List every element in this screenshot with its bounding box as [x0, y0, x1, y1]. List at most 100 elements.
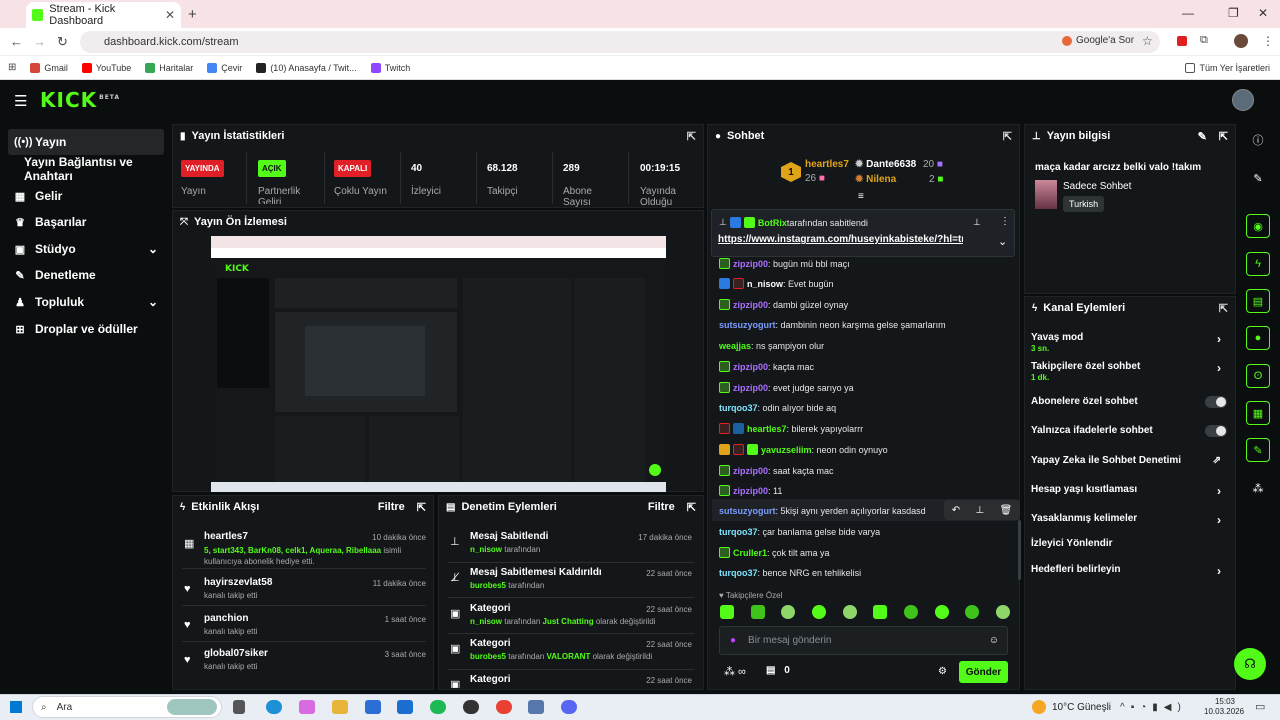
- bookmark-translate[interactable]: Çevir: [207, 62, 242, 73]
- popout-icon[interactable]: ⇱: [1219, 302, 1228, 315]
- popout-icon[interactable]: ⇱: [687, 130, 696, 143]
- obs-icon[interactable]: [463, 700, 479, 714]
- notification-icon[interactable]: ▭: [1255, 700, 1265, 713]
- pinned-link[interactable]: https://www.instagram.com/huseyinkabiste…: [718, 234, 963, 245]
- emotes-only-toggle[interactable]: [1205, 425, 1227, 437]
- chat-input[interactable]: ● Bir mesaj gönderin ☺: [719, 626, 1008, 655]
- chrome-icon[interactable]: [496, 700, 512, 714]
- chat-icon[interactable]: ●: [1246, 326, 1270, 350]
- chat-username[interactable]: heartles7: [747, 424, 787, 434]
- popout-icon[interactable]: ⇱: [417, 501, 426, 514]
- chat-username[interactable]: turqoo37: [719, 568, 758, 578]
- leader-2[interactable]: ✹ Dante6638: [855, 159, 916, 170]
- emote-10-icon[interactable]: [995, 605, 1010, 619]
- filter-button[interactable]: Filtre: [378, 501, 405, 513]
- settings-gear-icon[interactable]: ⚙: [938, 666, 947, 677]
- support-chat-icon[interactable]: ☊: [1234, 648, 1266, 680]
- chat-username[interactable]: sutsuzyogurt: [719, 506, 776, 516]
- windows-start-icon[interactable]: [10, 701, 22, 713]
- ai-moderation-action[interactable]: Yapay Zeka ile Sohbet Denetimi ⇗: [1031, 455, 1227, 469]
- edit-icon[interactable]: ✎: [1246, 166, 1270, 190]
- pin-icon[interactable]: ⊥: [975, 505, 984, 516]
- filter-button[interactable]: Filtre: [648, 501, 675, 513]
- user-avatar[interactable]: [1232, 89, 1254, 111]
- sidebar-item-stream-key[interactable]: Yayın Bağlantısı ve Anahtarı: [18, 155, 173, 183]
- chat-username[interactable]: weajjas: [719, 341, 751, 351]
- emote-5-icon[interactable]: [842, 605, 857, 619]
- url-field[interactable]: dashboard.kick.com/stream: [80, 31, 1160, 53]
- bookmark-youtube[interactable]: YouTube: [81, 62, 131, 73]
- emote-6-icon[interactable]: [873, 605, 888, 619]
- sidebar-item-stream[interactable]: ((•)) Yayın: [8, 129, 164, 155]
- all-bookmarks[interactable]: Tüm Yer İşaretleri: [1185, 62, 1270, 73]
- chat-scrollbar[interactable]: [1018, 520, 1021, 580]
- weather-text[interactable]: 10°C Güneşli: [1052, 702, 1111, 713]
- sidebar-item-achievements[interactable]: ♛ Başarılar: [8, 209, 164, 235]
- reload-icon[interactable]: ↻: [57, 34, 68, 50]
- emoji-icon[interactable]: ☺: [989, 635, 999, 646]
- document-icon[interactable]: ▤: [1246, 289, 1270, 313]
- spotify-icon[interactable]: [430, 700, 446, 714]
- sidebar-item-moderation[interactable]: ✎ Denetleme: [8, 262, 164, 288]
- chat-username[interactable]: zipzip00: [733, 383, 768, 393]
- reply-icon[interactable]: ↶: [952, 505, 960, 516]
- delete-icon[interactable]: 🗑︎: [1000, 505, 1013, 516]
- file-explorer-icon[interactable]: [332, 700, 348, 714]
- more-options-icon[interactable]: ⋮: [1000, 216, 1010, 227]
- edit-pencil-icon[interactable]: ✎: [1198, 130, 1207, 143]
- copilot-icon[interactable]: [299, 700, 315, 714]
- chat-username[interactable]: zipzip00: [733, 362, 768, 372]
- hamburger-menu-icon[interactable]: ☰: [14, 92, 27, 110]
- popout-icon[interactable]: ⇱: [1003, 130, 1012, 143]
- menu-dots-icon[interactable]: ⋮: [1262, 34, 1274, 48]
- chat-username[interactable]: turqoo37: [719, 403, 758, 413]
- followers-only-action[interactable]: Takipçilere özel sohbet 1 dk. ›: [1031, 361, 1227, 385]
- app-icon[interactable]: [528, 700, 544, 714]
- chat-username[interactable]: yavuzseliim: [761, 445, 812, 455]
- subscribers-only-toggle[interactable]: [1205, 396, 1227, 408]
- sidebar-item-drops[interactable]: ⊞ Droplar ve ödüller: [8, 316, 164, 342]
- chat-username[interactable]: sutsuzyogurt: [719, 320, 776, 330]
- goals-action[interactable]: Hedefleri belirleyin ›: [1031, 564, 1227, 578]
- forward-icon[interactable]: →: [33, 34, 46, 49]
- mic-icon[interactable]: ●: [730, 635, 736, 646]
- sidebar-item-community[interactable]: ♟ Topluluk ⌄: [8, 289, 164, 315]
- sidebar-item-income[interactable]: ▦ Gelir: [8, 183, 164, 209]
- emote-8-icon[interactable]: [934, 605, 949, 619]
- chat-username[interactable]: turqoo37: [719, 527, 758, 537]
- leader-name[interactable]: heartles7: [805, 159, 849, 170]
- leader-3[interactable]: ✹ Nilena: [855, 174, 896, 185]
- task-view-icon[interactable]: [233, 700, 245, 714]
- new-tab-icon[interactable]: +: [188, 6, 197, 23]
- chat-username[interactable]: zipzip00: [733, 486, 768, 496]
- bookmark-maps[interactable]: Haritalar: [145, 62, 193, 73]
- emote-7-icon[interactable]: [903, 605, 918, 619]
- info-icon[interactable]: ⓘ: [1246, 128, 1270, 152]
- restore-icon[interactable]: ❐: [1228, 6, 1239, 20]
- chat-username[interactable]: n_nisow: [747, 279, 783, 289]
- chat-username[interactable]: zipzip00: [733, 466, 768, 476]
- close-window-icon[interactable]: ✕: [1258, 6, 1268, 20]
- kick-logo[interactable]: KICK BETA: [40, 88, 120, 112]
- mod-user[interactable]: n_nisow: [470, 617, 502, 626]
- raid-action[interactable]: İzleyici Yönlendir: [1031, 538, 1227, 552]
- back-icon[interactable]: ←: [10, 34, 23, 49]
- chat-message[interactable]: sutsuzyogurt: 5kişi aynı yerden açılıyor…: [719, 506, 926, 516]
- bookmark-gmail[interactable]: Gmail: [30, 62, 68, 73]
- emote-1-icon[interactable]: [720, 605, 734, 619]
- emote-3-icon[interactable]: [781, 605, 796, 619]
- chevron-down-icon[interactable]: ⌄: [998, 235, 1007, 248]
- google-ask-button[interactable]: Google'a Sor: [1062, 35, 1134, 46]
- chat-username[interactable]: Cruller1: [733, 548, 767, 558]
- sidebar-item-studio[interactable]: ▣ Stüdyo ⌄: [8, 236, 164, 262]
- profile-avatar[interactable]: [1234, 34, 1248, 48]
- discord-icon[interactable]: [561, 700, 577, 714]
- emote-2-icon[interactable]: [750, 605, 765, 619]
- close-tab-icon[interactable]: ✕: [165, 8, 175, 22]
- account-age-action[interactable]: Hesap yaşı kısıtlaması ›: [1031, 484, 1227, 498]
- chat-username[interactable]: zipzip00: [733, 259, 768, 269]
- extensions-icon[interactable]: ⧉: [1200, 34, 1208, 47]
- edge-icon[interactable]: [266, 700, 282, 714]
- pinned-by-user[interactable]: BotRix: [758, 218, 787, 228]
- language-tag[interactable]: Turkish: [1063, 196, 1105, 212]
